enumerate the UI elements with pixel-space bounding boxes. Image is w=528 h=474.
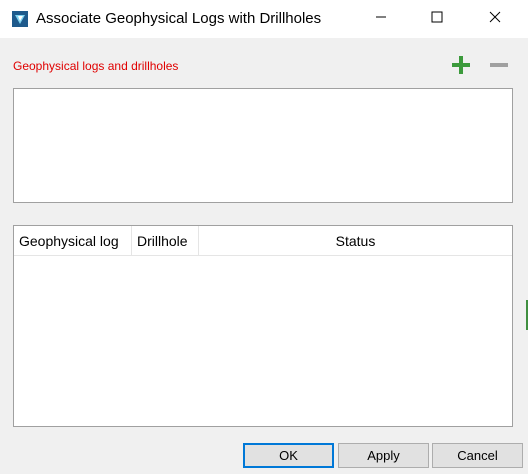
title-bar[interactable]: Associate Geophysical Logs with Drillhol… — [0, 0, 528, 38]
add-button[interactable] — [450, 55, 472, 80]
close-icon — [489, 10, 501, 28]
app-logo-icon — [12, 11, 28, 27]
column-header-status[interactable]: Status — [199, 226, 512, 255]
cancel-button[interactable]: Cancel — [432, 443, 523, 468]
window-title: Associate Geophysical Logs with Drillhol… — [36, 10, 322, 27]
maximize-icon — [431, 10, 443, 28]
apply-button[interactable]: Apply — [338, 443, 429, 468]
minimize-icon — [375, 10, 387, 28]
maximize-button[interactable] — [414, 0, 460, 38]
section-label: Geophysical logs and drillholes — [13, 59, 179, 73]
minus-icon — [489, 55, 509, 80]
column-header-drillhole[interactable]: Drillhole — [132, 226, 199, 255]
minimize-button[interactable] — [358, 0, 404, 38]
logs-drillholes-list[interactable] — [13, 88, 513, 203]
ok-button[interactable]: OK — [243, 443, 334, 468]
plus-icon — [451, 55, 471, 80]
column-header-geophysical-log[interactable]: Geophysical log — [14, 226, 132, 255]
table-header: Geophysical log Drillhole Status — [14, 226, 512, 256]
remove-button[interactable] — [488, 56, 510, 78]
dialog-window: Associate Geophysical Logs with Drillhol… — [0, 0, 528, 474]
association-table[interactable]: Geophysical log Drillhole Status — [13, 225, 513, 427]
close-button[interactable] — [472, 0, 518, 38]
